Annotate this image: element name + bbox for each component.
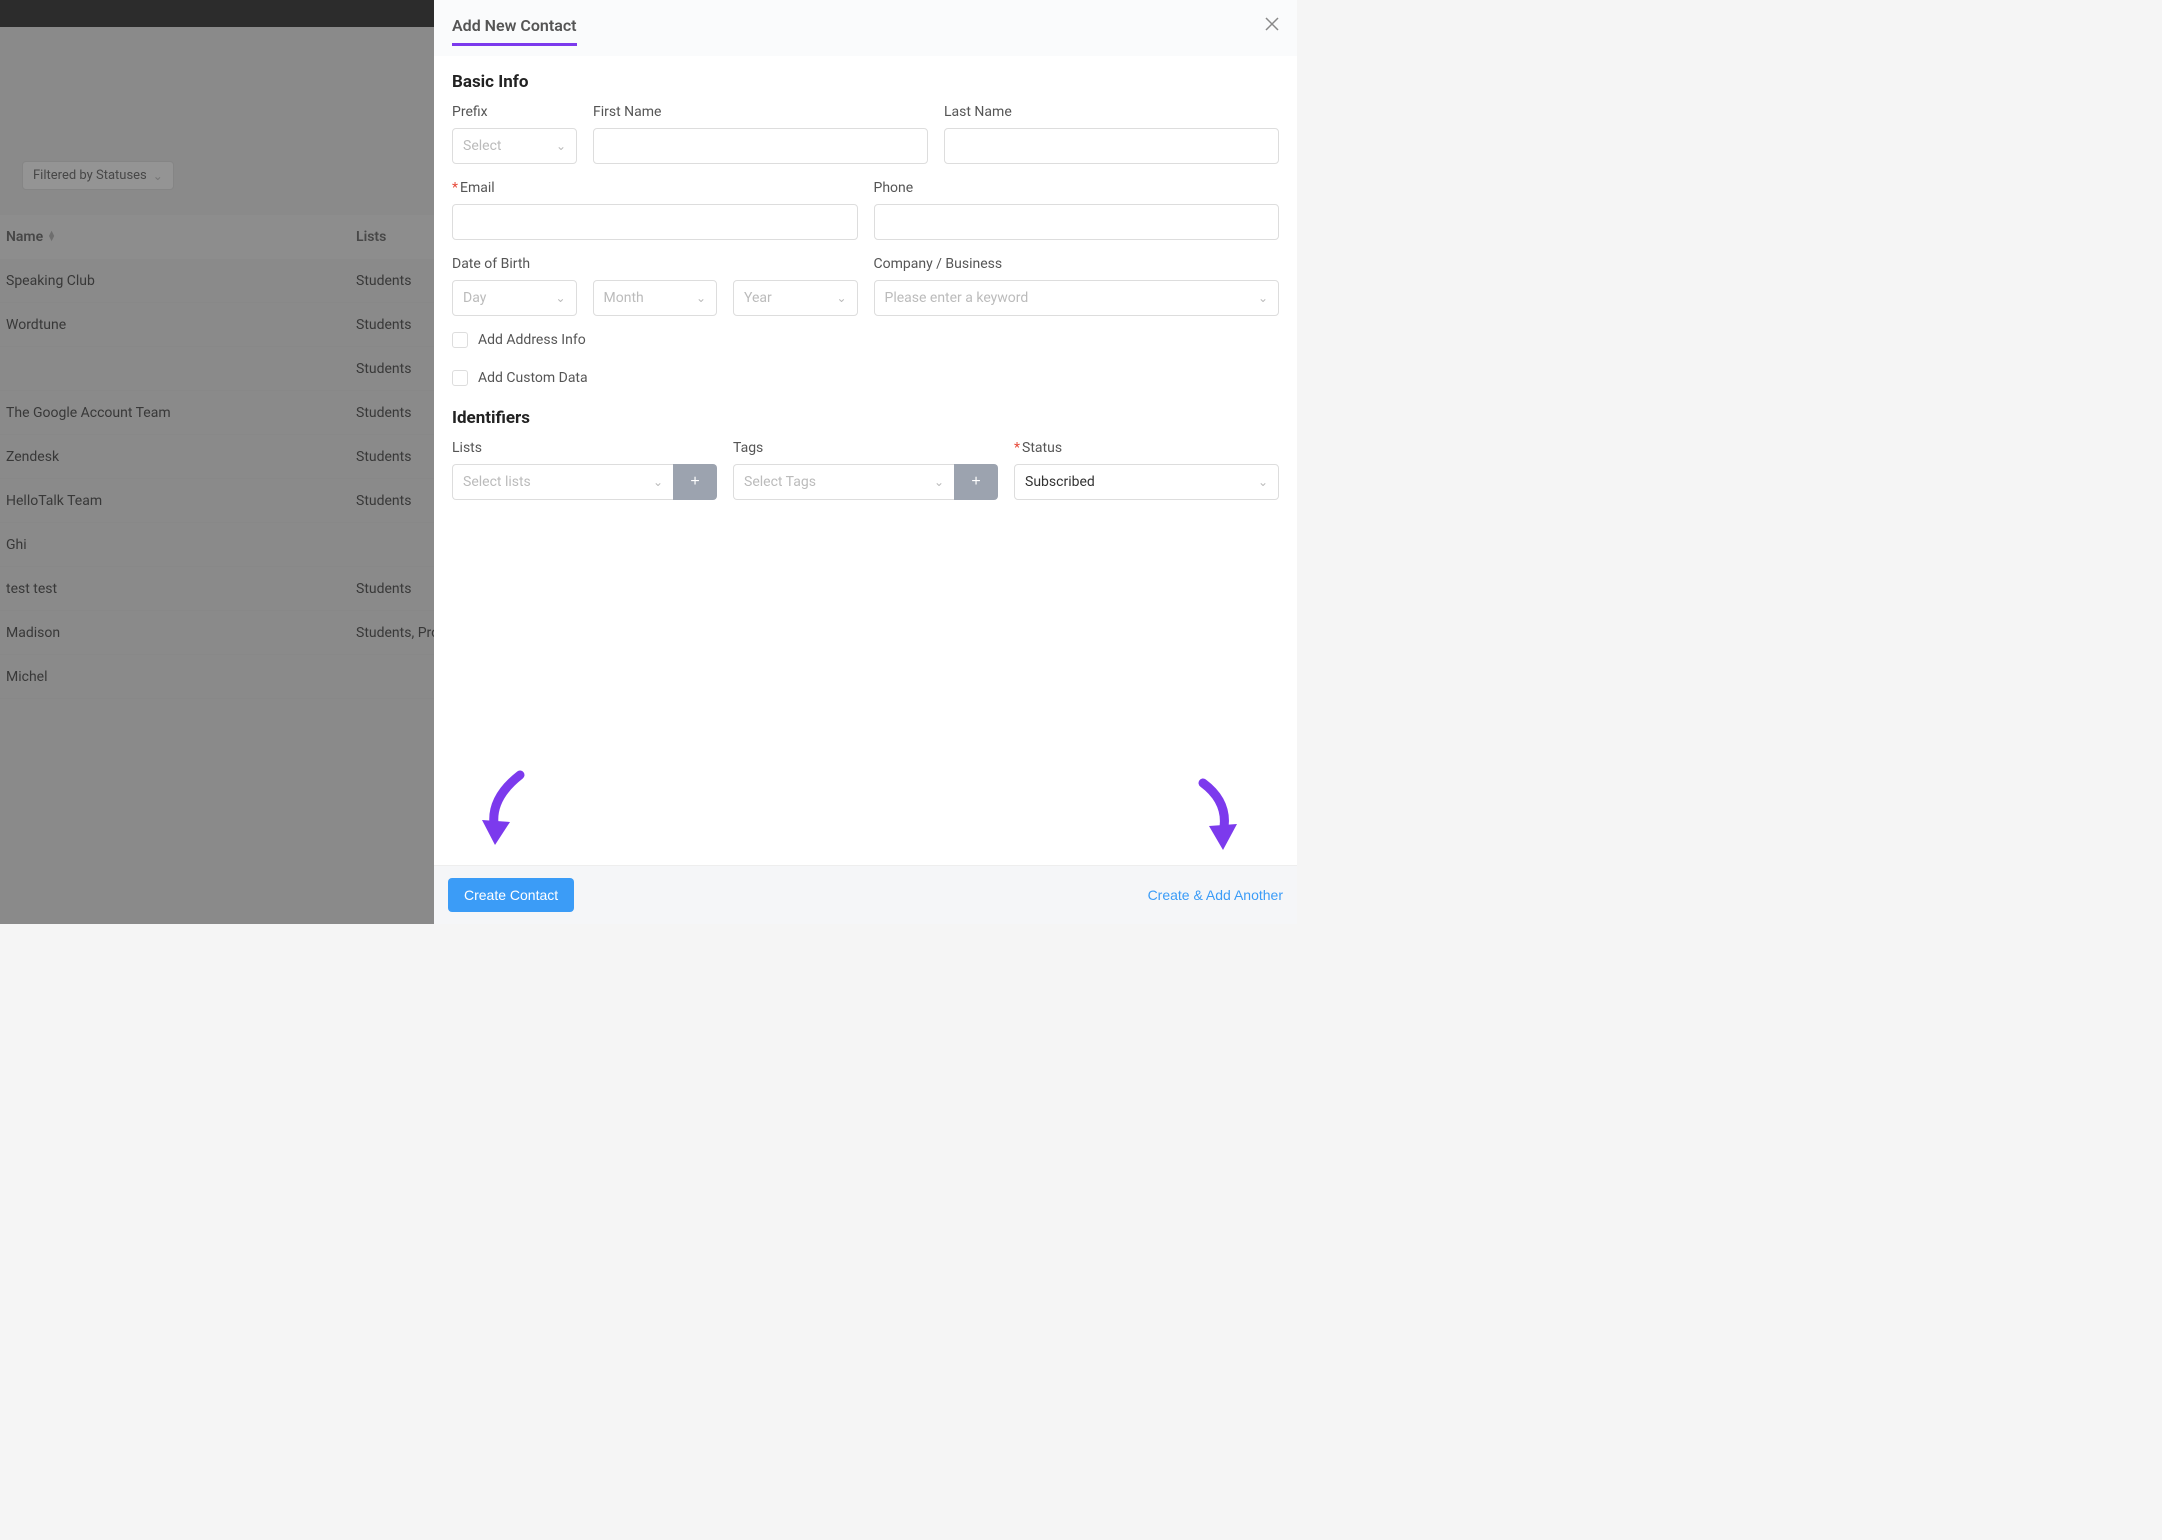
dob-year-select[interactable]: Year ⌄ (733, 280, 858, 316)
modal-footer: Create Contact Create & Add Another (434, 865, 1297, 924)
lists-select[interactable]: Select lists ⌄ (452, 464, 673, 500)
label-tags: Tags (733, 440, 998, 456)
dob-day-select[interactable]: Day ⌄ (452, 280, 577, 316)
tags-select[interactable]: Select Tags ⌄ (733, 464, 954, 500)
label-email: *Email (452, 180, 858, 196)
phone-input[interactable] (874, 204, 1280, 240)
x-icon (1265, 17, 1279, 31)
checkbox-icon (452, 332, 468, 348)
create-contact-button[interactable]: Create Contact (448, 878, 574, 912)
section-identifiers: Identifiers (452, 408, 1279, 428)
modal-body: Basic Info Prefix Select ⌄ First Name La… (434, 56, 1297, 865)
create-add-another-button[interactable]: Create & Add Another (1148, 887, 1283, 903)
company-input[interactable]: Please enter a keyword ⌄ (874, 280, 1280, 316)
chevron-down-icon: ⌄ (556, 139, 566, 153)
chevron-down-icon: ⌄ (653, 475, 663, 489)
chevron-down-icon: ⌄ (1258, 291, 1268, 305)
label-dob: Date of Birth (452, 256, 858, 272)
add-list-button[interactable]: + (673, 464, 717, 500)
last-name-input[interactable] (944, 128, 1279, 164)
modal-header: Add New Contact (434, 0, 1297, 56)
label-company: Company / Business (874, 256, 1280, 272)
chevron-down-icon: ⌄ (934, 475, 944, 489)
chevron-down-icon: ⌄ (696, 291, 706, 305)
label-lists: Lists (452, 440, 717, 456)
label-last-name: Last Name (944, 104, 1279, 120)
status-select[interactable]: Subscribed ⌄ (1014, 464, 1279, 500)
first-name-input[interactable] (593, 128, 928, 164)
chevron-down-icon: ⌄ (836, 291, 846, 305)
section-basic-info: Basic Info (452, 72, 1279, 92)
checkbox-icon (452, 370, 468, 386)
close-icon[interactable] (1265, 16, 1279, 34)
add-custom-label: Add Custom Data (478, 370, 588, 386)
label-phone: Phone (874, 180, 1280, 196)
add-contact-modal: Add New Contact Basic Info Prefix Select… (434, 0, 1297, 924)
label-status: *Status (1014, 440, 1279, 456)
add-address-label: Add Address Info (478, 332, 586, 348)
chevron-down-icon: ⌄ (555, 291, 565, 305)
modal-title: Add New Contact (452, 16, 577, 46)
chevron-down-icon: ⌄ (1258, 475, 1268, 489)
prefix-select[interactable]: Select ⌄ (452, 128, 577, 164)
dob-month-select[interactable]: Month ⌄ (593, 280, 718, 316)
label-prefix: Prefix (452, 104, 577, 120)
add-custom-checkbox-row[interactable]: Add Custom Data (452, 370, 1279, 386)
label-first-name: First Name (593, 104, 928, 120)
add-tag-button[interactable]: + (954, 464, 998, 500)
email-input[interactable] (452, 204, 858, 240)
add-address-checkbox-row[interactable]: Add Address Info (452, 332, 1279, 348)
